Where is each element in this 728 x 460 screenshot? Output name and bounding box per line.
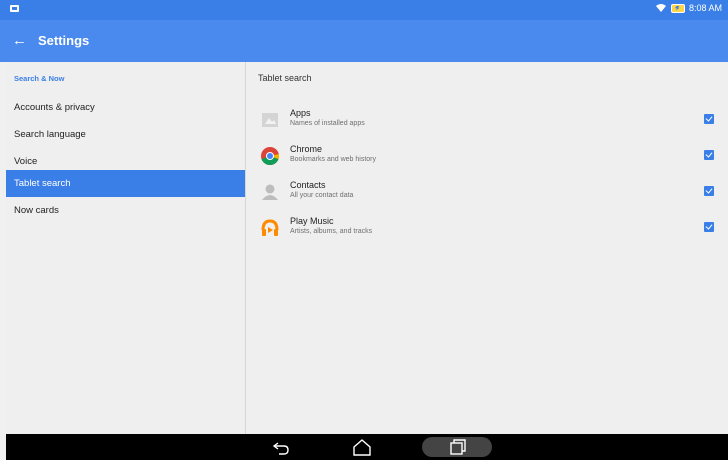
- status-right: 8:08 AM: [655, 3, 722, 13]
- play-music-icon: [261, 219, 279, 236]
- sidebar-item-label: Tablet search: [14, 178, 71, 189]
- tablet-search-panel: Tablet search Apps Names of installed ap…: [246, 62, 728, 434]
- content-area: Search & Now Accounts & privacy Search l…: [6, 62, 728, 434]
- sidebar-item-accounts-privacy[interactable]: Accounts & privacy: [6, 94, 245, 121]
- row-title: Chrome: [290, 144, 323, 154]
- status-time: 8:08 AM: [688, 3, 722, 13]
- apps-icon: [262, 113, 278, 127]
- contacts-icon: [262, 184, 278, 200]
- list-item-contacts[interactable]: Contacts All your contact data: [246, 176, 728, 212]
- sidebar-item-label: Now cards: [14, 205, 59, 216]
- page-title: Settings: [38, 33, 90, 48]
- apps-checkbox[interactable]: [704, 114, 714, 124]
- status-bar: 8:08 AM: [0, 0, 728, 20]
- row-subtitle: Artists, albums, and tracks: [290, 228, 373, 235]
- sidebar-item-label: Search language: [14, 129, 86, 140]
- list-item-chrome[interactable]: Chrome Bookmarks and web history: [246, 140, 728, 176]
- sidebar-item-now-cards[interactable]: Now cards: [6, 197, 245, 224]
- notification-icon: [10, 5, 19, 12]
- sidebar: Search & Now Accounts & privacy Search l…: [6, 62, 246, 434]
- row-title: Contacts: [290, 180, 326, 190]
- list-item-apps[interactable]: Apps Names of installed apps: [246, 104, 728, 140]
- home-nav-icon[interactable]: [344, 437, 380, 457]
- row-title: Apps: [290, 108, 311, 118]
- chrome-icon: [261, 147, 280, 166]
- sidebar-item-label: Voice: [14, 156, 38, 167]
- back-nav-icon[interactable]: [264, 437, 300, 457]
- chrome-checkbox[interactable]: [704, 150, 714, 160]
- sidebar-section-label: Search & Now: [14, 74, 65, 83]
- sidebar-item-label: Accounts & privacy: [14, 102, 95, 113]
- sidebar-item-search-language[interactable]: Search language: [6, 121, 245, 148]
- list-item-play-music[interactable]: Play Music Artists, albums, and tracks: [246, 212, 728, 248]
- row-subtitle: Names of installed apps: [290, 120, 365, 127]
- app-bar: ← Settings: [0, 20, 728, 62]
- battery-charging-icon: [670, 3, 685, 13]
- app-window: 8:08 AM ← Settings Search & Now Accounts…: [0, 0, 728, 460]
- navigation-bar: [6, 434, 728, 460]
- contacts-checkbox[interactable]: [704, 186, 714, 196]
- panel-title: Tablet search: [258, 73, 312, 83]
- play-music-checkbox[interactable]: [704, 222, 714, 232]
- recents-nav-icon[interactable]: [439, 437, 475, 457]
- arrow-back-icon[interactable]: ←: [12, 31, 32, 51]
- row-subtitle: All your contact data: [290, 192, 354, 199]
- row-subtitle: Bookmarks and web history: [290, 156, 376, 163]
- sidebar-item-tablet-search[interactable]: Tablet search: [6, 170, 245, 197]
- wifi-icon: [655, 4, 666, 12]
- row-title: Play Music: [290, 216, 334, 226]
